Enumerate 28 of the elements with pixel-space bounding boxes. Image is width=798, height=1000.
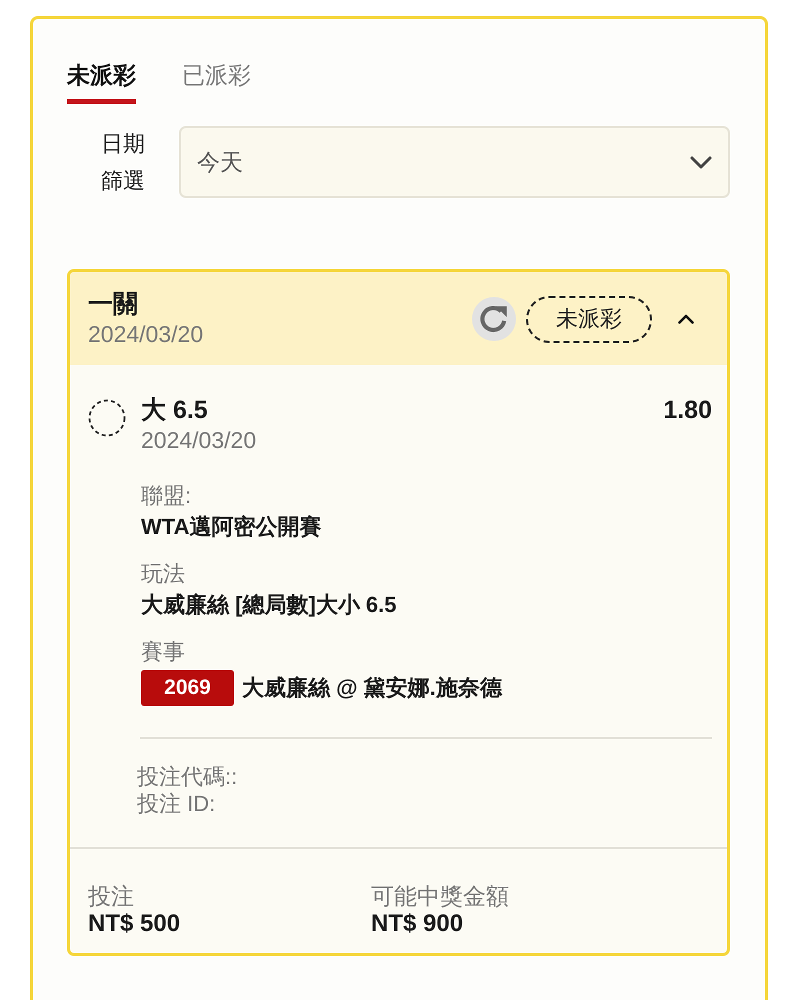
- bet-type-title: 一關: [88, 289, 139, 319]
- tab[interactable]: 已派彩: [182, 61, 251, 104]
- detail-value: 大威廉絲 [總局數]大小 6.5: [141, 591, 398, 619]
- summary-amount: NT$ 500: [88, 910, 182, 938]
- dashed-circle-icon: [88, 399, 126, 437]
- chevron-down-icon: [690, 156, 712, 168]
- bet-date: 2024/03/20: [88, 320, 204, 349]
- reference-label: 投注 ID:: [137, 790, 216, 817]
- tab[interactable]: 未派彩: [67, 61, 136, 104]
- refresh-button[interactable]: [472, 297, 516, 341]
- chevron-up-icon[interactable]: [678, 314, 694, 324]
- reference-label: 投注代碼::: [137, 763, 238, 790]
- summary-label: 可能中獎金額: [371, 882, 510, 910]
- detail-label: 賽事: [141, 638, 186, 666]
- detail-value: WTA邁阿密公開賽: [141, 513, 322, 541]
- odds-value: 1.80: [663, 395, 712, 425]
- summary-amount: NT$ 900: [371, 910, 464, 938]
- refresh-icon: [480, 305, 508, 333]
- detail-value: 大威廉絲 @ 黛安娜.施奈德: [242, 674, 502, 702]
- detail-label: 玩法: [141, 560, 186, 588]
- detail-label: 聯盟:: [141, 482, 192, 510]
- summary-label: 投注: [88, 882, 135, 910]
- event-number-tag: 2069: [141, 670, 234, 706]
- leg-date: 2024/03/20: [141, 426, 258, 455]
- status-pill: 未派彩: [526, 296, 652, 342]
- date-select[interactable]: 今天: [179, 126, 730, 198]
- selection-title: 大 6.5: [141, 395, 208, 425]
- date-filter-label: 日期篩選: [100, 130, 146, 195]
